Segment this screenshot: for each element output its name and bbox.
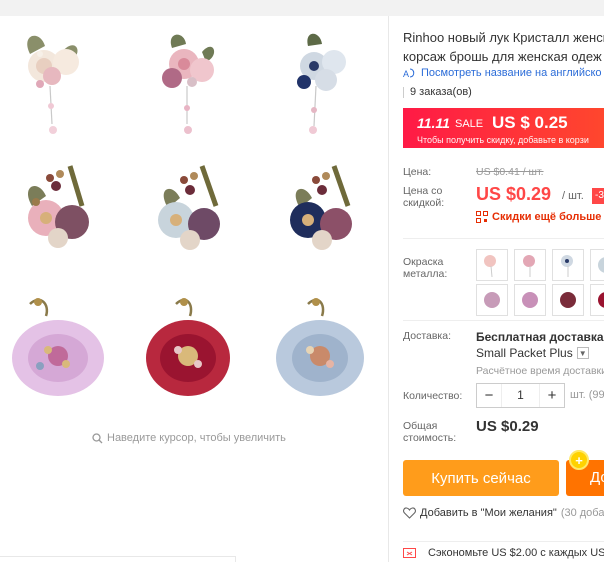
swatch-grey-bouquet-image [598,257,604,273]
old-price: US $0.41 / шт. [476,166,544,178]
total-label: Общая стоимость: [403,420,456,444]
quantity-stepper: − 1 + [476,383,565,408]
brooch-pink-bouquet-image [27,165,89,248]
color-label-line-1: Окраска [403,256,444,268]
gallery-thumb-8[interactable] [132,290,242,405]
gallery-thumb-2[interactable] [132,24,242,139]
translate-icon: A [403,68,415,79]
brooch-pink-flower-pin-image [162,34,215,134]
gallery-thumb-3[interactable] [264,24,374,139]
shipping-method[interactable]: Small Packet Plus ▼ [476,346,589,360]
section-divider-2 [403,320,604,321]
sale-subtitle: Чтобы получить скидку, добавьте в корзи [417,135,589,145]
sale-word: SALE [455,118,484,130]
total-label-line-2: стоимость: [403,432,457,444]
price-label: Цена: [403,166,432,178]
translate-link-text: Посмотреть название на английско [421,67,602,79]
swatch-pink-pin-image [484,255,496,278]
total-value: US $0.29 [476,418,539,435]
color-swatch-6[interactable] [514,284,546,316]
brooch-navy-bouquet-image [290,165,352,250]
brooch-pink-pin-image [27,35,79,134]
gallery-thumb-1[interactable] [0,24,110,139]
brooch-grey-bouquet-image [158,165,220,250]
zoom-hint: Наведите курсор, чтобы увеличить [92,432,286,444]
color-swatch-2[interactable] [514,249,546,281]
quantity-available: шт. (99 [570,389,604,401]
gallery-thumb-7[interactable] [0,290,110,405]
color-label: Окраска металла: [403,256,447,280]
swatch-mauve-bouquet-image [484,292,500,308]
shipping-method-text: Small Packet Plus [476,346,573,360]
swatch-red-flower-image [598,292,604,308]
promo-text: Сэкономьте US $2.00 с каждых US [428,546,604,559]
top-strip [0,0,604,16]
shipping-label: Доставка: [403,330,452,342]
discount-label-line-2: скидкой: [403,197,445,209]
total-label-line-1: Общая [403,420,438,432]
brooch-lilac-flower-image [12,298,104,396]
sale-banner[interactable]: 11.11 SALE US $ 0.25 Чтобы получить скид… [403,108,604,148]
shipping-main: Бесплатная доставка в Р [476,330,604,344]
coupon-text: Скидки ещё больше в [492,211,604,223]
buy-now-button[interactable]: Купить сейчас [403,460,559,496]
orders-count: 9 заказа(ов) [410,86,472,98]
gallery-bottom-panel [0,556,236,562]
product-info: Rinhoo новый лук Кристалл женск корсаж б… [389,16,604,562]
orders-info: 9 заказа(ов) [403,86,472,98]
coupon-icon [403,548,416,558]
swatch-lilac-flower-image [522,292,538,308]
wishlist-link[interactable]: Добавить в "Мои желания" (30 добав [403,507,604,519]
swatch-blue-pin-image [561,255,573,277]
translate-link[interactable]: A Посмотреть название на английско [403,67,602,79]
qr-code-icon [476,211,488,223]
discount-label-line-1: Цена со [403,185,443,197]
color-swatch-3[interactable] [552,249,584,281]
gallery-thumb-9[interactable] [264,290,374,405]
quantity-label: Количество: [403,390,463,402]
gallery-thumb-4[interactable] [0,156,110,271]
orders-separator [403,86,404,98]
product-gallery: Наведите курсор, чтобы увеличить [0,16,388,562]
product-title-line-2: корсаж брошь для женская одеж [403,49,602,64]
swatch-rose-pin-image [523,255,535,277]
section-divider-3 [403,541,604,542]
swatch-burgundy-flower-image [560,292,576,308]
gallery-thumb-6[interactable] [264,156,374,271]
quantity-increase-button[interactable]: + [540,384,564,407]
coupon-link[interactable]: Скидки ещё больше в [476,211,604,223]
product-title-line-1: Rinhoo новый лук Кристалл женск [403,30,604,45]
discount-price-label: Цена со скидкой: [403,185,444,209]
per-unit: / шт. [562,190,584,202]
magnifier-icon [92,432,103,443]
brooch-blue-pin-image [297,33,346,134]
wishlist-text: Добавить в "Мои желания" [420,507,557,519]
sale-logo: 11.11 [417,115,450,131]
quantity-decrease-button[interactable]: − [477,384,501,407]
zoom-hint-text: Наведите курсор, чтобы увеличить [107,432,286,444]
quantity-input[interactable]: 1 [501,384,540,407]
brooch-blue-flower-image [276,298,364,396]
chevron-down-icon[interactable]: ▼ [576,347,589,359]
product-title: Rinhoo новый лук Кристалл женск корсаж б… [403,28,604,66]
wishlist-count: (30 добав [560,507,604,519]
shipping-time: Расчётное время доставки [476,365,604,377]
heart-icon [403,507,416,519]
gallery-thumb-5[interactable] [132,156,242,271]
discount-badge: -3 [592,188,604,204]
color-swatch-4[interactable] [590,249,604,281]
color-swatch-1[interactable] [476,249,508,281]
coin-icon: + [569,450,589,470]
current-price: US $0.29 [476,184,552,204]
sale-price: US $ 0.25 [492,113,568,132]
promo-row: Сэкономьте US $2.00 с каждых US [403,546,604,559]
brooch-red-flower-image [146,298,230,396]
color-label-line-2: металла: [403,268,448,280]
color-swatch-8[interactable] [590,284,604,316]
color-swatch-5[interactable] [476,284,508,316]
color-swatch-7[interactable] [552,284,584,316]
section-divider-1 [403,238,604,239]
svg-text:A: A [403,69,409,79]
